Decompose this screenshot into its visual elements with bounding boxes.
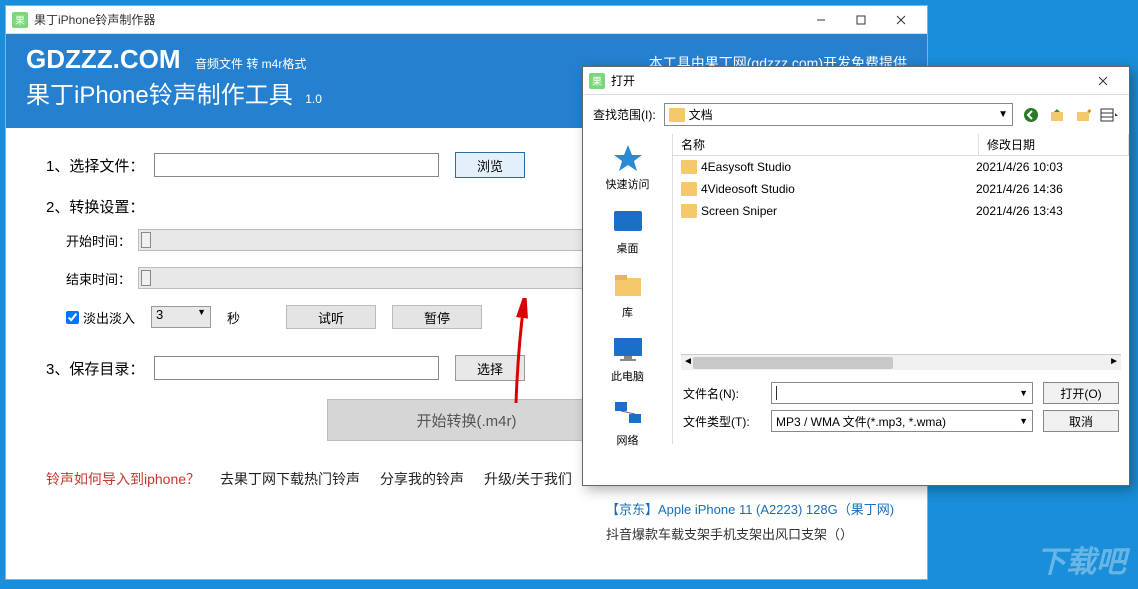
watermark: 下载吧 — [1036, 537, 1126, 581]
app-title: 果丁iPhone铃声制作工具 — [26, 82, 293, 109]
scroll-right-icon[interactable]: ► — [1109, 356, 1119, 367]
places-bar: 快速访问 桌面 库 此电脑 网络 — [583, 134, 673, 444]
savedir-input[interactable] — [154, 356, 439, 380]
look-in-combo[interactable]: 文档 ▼ — [664, 103, 1013, 126]
place-label: 桌面 — [617, 240, 639, 256]
filetype-label: 文件类型(T): — [683, 413, 761, 430]
chevron-down-icon: ▼ — [197, 307, 206, 317]
start-time-label: 开始时间： — [66, 231, 138, 250]
fade-checkbox[interactable]: 淡出淡入 — [66, 308, 135, 327]
main-titlebar: 果 果丁iPhone铃声制作器 — [6, 6, 927, 34]
convert-button[interactable]: 开始转换(.m4r) — [327, 399, 607, 441]
step3-label: 3、保存目录： — [46, 358, 154, 379]
fade-label: 淡出淡入 — [83, 308, 135, 327]
folder-icon — [681, 182, 697, 196]
logo-subtitle: 音频文件 转 m4r格式 — [195, 57, 306, 71]
place-label: 快速访问 — [606, 176, 650, 192]
filename-label: 文件名(N): — [683, 385, 761, 402]
file-name: 4Easysoft Studio — [701, 160, 976, 174]
file-list-area: 名称 修改日期 4Easysoft Studio 2021/4/26 10:03… — [673, 134, 1129, 444]
folder-icon — [681, 204, 697, 218]
look-in-bar: 查找范围(I): 文档 ▼ ✦ — [583, 95, 1129, 134]
file-row[interactable]: 4Easysoft Studio 2021/4/26 10:03 — [673, 156, 1129, 178]
open-button[interactable]: 打开(O) — [1043, 382, 1119, 404]
col-date[interactable]: 修改日期 — [979, 134, 1129, 155]
place-desktop[interactable]: 桌面 — [610, 206, 646, 256]
back-icon[interactable] — [1021, 105, 1041, 125]
place-network[interactable]: 网络 — [610, 398, 646, 448]
dialog-icon: 果 — [589, 73, 605, 89]
end-time-label: 结束时间： — [66, 269, 138, 288]
file-date: 2021/4/26 14:36 — [976, 182, 1121, 196]
view-menu-icon[interactable] — [1099, 105, 1119, 125]
scrollbar-thumb[interactable] — [693, 357, 893, 369]
footer-external: 【京东】Apple iPhone 11 (A2223) 128G（果丁网) 抖音… — [606, 499, 894, 543]
file-name: 4Videosoft Studio — [701, 182, 976, 196]
filetype-select[interactable]: MP3 / WMA 文件(*.mp3, *.wma) ▼ — [771, 410, 1033, 432]
preview-button[interactable]: 试听 — [286, 305, 376, 329]
app-version: 1.0 — [305, 92, 322, 106]
chevron-down-icon: ▼ — [1019, 416, 1028, 426]
open-file-dialog: 果 打开 查找范围(I): 文档 ▼ ✦ 快速访问 桌面 — [582, 66, 1130, 486]
logo: GDZZZ.COM — [26, 44, 181, 74]
footer-link-about[interactable]: 升级/关于我们 — [484, 469, 572, 489]
maximize-button[interactable] — [841, 6, 881, 34]
place-label: 此电脑 — [611, 368, 644, 384]
look-in-value: 文档 — [689, 106, 994, 123]
filename-input[interactable]: ▼ — [771, 382, 1033, 404]
seconds-label: 秒 — [227, 308, 240, 327]
fade-seconds-select[interactable]: 3 ▼ — [151, 306, 211, 328]
look-in-label: 查找范围(I): — [593, 106, 656, 123]
pause-button[interactable]: 暂停 — [392, 305, 482, 329]
file-list[interactable]: 4Easysoft Studio 2021/4/26 10:03 4Videos… — [673, 156, 1129, 354]
new-folder-icon[interactable]: ✦ — [1073, 105, 1093, 125]
file-input[interactable] — [154, 153, 439, 177]
app-icon: 果 — [12, 12, 28, 28]
col-name[interactable]: 名称 — [673, 134, 979, 155]
file-row[interactable]: Screen Sniper 2021/4/26 13:43 — [673, 200, 1129, 222]
minimize-button[interactable] — [801, 6, 841, 34]
svg-text:✦: ✦ — [1086, 107, 1091, 116]
file-date: 2021/4/26 13:43 — [976, 204, 1121, 218]
dialog-titlebar: 果 打开 — [583, 67, 1129, 95]
place-library[interactable]: 库 — [610, 270, 646, 320]
footer-link-share[interactable]: 分享我的铃声 — [380, 469, 464, 489]
place-label: 网络 — [617, 432, 639, 448]
cancel-button[interactable]: 取消 — [1043, 410, 1119, 432]
horizontal-scrollbar[interactable]: ◄ ► — [681, 354, 1121, 370]
window-title: 果丁iPhone铃声制作器 — [34, 11, 801, 28]
step2-label: 2、转换设置： — [46, 196, 154, 217]
footer-link-download[interactable]: 去果丁网下载热门铃声 — [220, 469, 360, 489]
step1-label: 1、选择文件： — [46, 155, 154, 176]
place-label: 库 — [622, 304, 633, 320]
close-button[interactable] — [881, 6, 921, 34]
browse-button[interactable]: 浏览 — [455, 152, 525, 178]
file-date: 2021/4/26 10:03 — [976, 160, 1121, 174]
scroll-left-icon[interactable]: ◄ — [683, 356, 693, 367]
folder-icon — [669, 108, 685, 122]
file-name: Screen Sniper — [701, 204, 976, 218]
file-row[interactable]: 4Videosoft Studio 2021/4/26 14:36 — [673, 178, 1129, 200]
chevron-down-icon: ▼ — [998, 109, 1008, 120]
dialog-close-button[interactable] — [1083, 67, 1123, 95]
ad-link-2[interactable]: 抖音爆款车载支架手机支架出风口支架（） — [606, 524, 894, 543]
chevron-down-icon: ▼ — [1019, 388, 1028, 398]
dialog-title: 打开 — [611, 72, 635, 89]
file-list-header: 名称 修改日期 — [673, 134, 1129, 156]
select-dir-button[interactable]: 选择 — [455, 355, 525, 381]
up-icon[interactable] — [1047, 105, 1067, 125]
ad-link-1[interactable]: 【京东】Apple iPhone 11 (A2223) 128G（果丁网) — [606, 499, 894, 518]
folder-icon — [681, 160, 697, 174]
place-quickaccess[interactable]: 快速访问 — [606, 142, 650, 192]
fade-checkbox-input[interactable] — [66, 311, 79, 324]
footer-link-import[interactable]: 铃声如何导入到iphone？ — [46, 469, 200, 489]
place-computer[interactable]: 此电脑 — [610, 334, 646, 384]
